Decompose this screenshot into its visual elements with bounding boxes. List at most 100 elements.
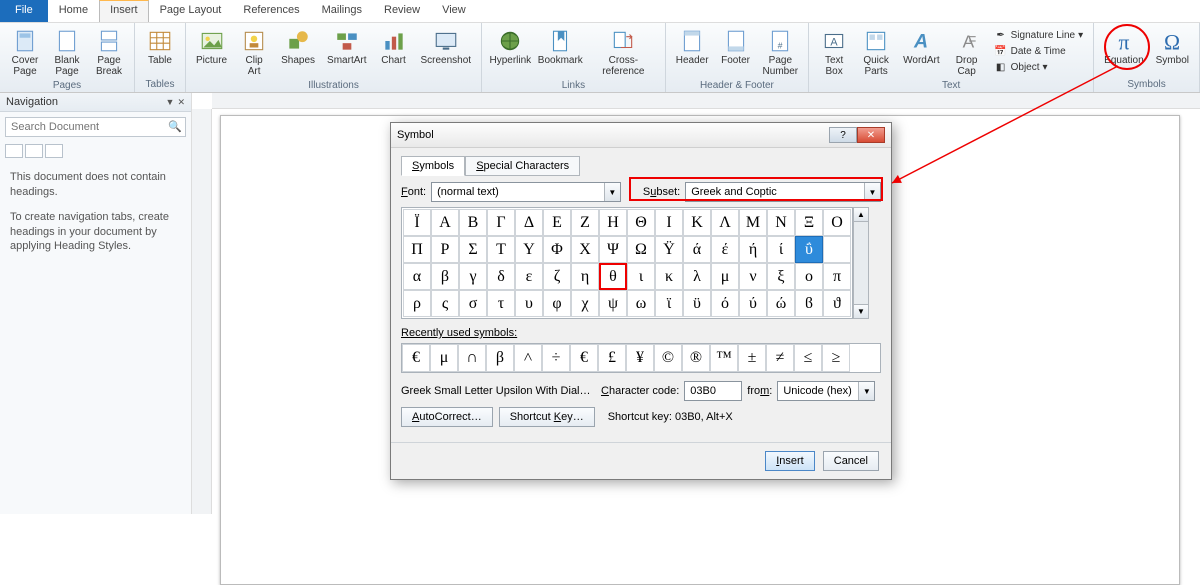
symbol-cell[interactable]: ν — [739, 263, 767, 290]
dialog-tab-special[interactable]: Special Characters — [465, 156, 580, 176]
symbol-cell[interactable]: Ξ — [795, 209, 823, 236]
nav-close-icon[interactable]: ✕ — [177, 97, 185, 108]
dialog-help-button[interactable]: ? — [829, 127, 857, 143]
symbol-cell[interactable]: χ — [571, 290, 599, 317]
tab-review[interactable]: Review — [373, 0, 431, 22]
tab-references[interactable]: References — [232, 0, 310, 22]
recent-symbol-cell[interactable]: ¥ — [626, 344, 654, 372]
signature-line-button[interactable]: ✒Signature Line ▾ — [992, 27, 1086, 43]
symbol-cell[interactable]: Φ — [543, 236, 571, 263]
cancel-button[interactable]: Cancel — [823, 451, 879, 471]
symbol-cell[interactable]: Ϊ — [403, 209, 431, 236]
recent-symbol-cell[interactable]: ® — [682, 344, 710, 372]
symbol-cell[interactable]: φ — [543, 290, 571, 317]
hyperlink-button[interactable]: Hyperlink — [488, 25, 532, 69]
symbol-cell[interactable]: ι — [627, 263, 655, 290]
symbol-cell[interactable]: Θ — [627, 209, 655, 236]
dropcap-button[interactable]: ADropCap — [948, 25, 986, 79]
symbol-cell[interactable]: Ε — [543, 209, 571, 236]
autocorrect-button[interactable]: AutoCorrect… — [401, 407, 493, 427]
tab-view[interactable]: View — [431, 0, 477, 22]
header-button[interactable]: Header — [672, 25, 713, 69]
crossref-button[interactable]: Cross-reference — [588, 25, 659, 79]
symbol-cell[interactable]: ο — [795, 263, 823, 290]
nav-view-headings[interactable] — [5, 144, 23, 158]
symbol-cell[interactable]: Μ — [739, 209, 767, 236]
symbol-cell[interactable]: Ι — [655, 209, 683, 236]
symbol-cell[interactable]: ΰ — [795, 236, 823, 263]
search-icon[interactable]: 🔍 — [168, 120, 182, 133]
symbol-cell[interactable]: ή — [739, 236, 767, 263]
blank-page-button[interactable]: BlankPage — [48, 25, 86, 79]
picture-button[interactable]: Picture — [192, 25, 231, 69]
symbol-cell[interactable]: λ — [683, 263, 711, 290]
tab-file[interactable]: File — [0, 0, 48, 22]
recent-symbol-cell[interactable]: ≥ — [822, 344, 850, 372]
search-input[interactable] — [5, 117, 186, 137]
symbol-cell[interactable]: γ — [459, 263, 487, 290]
symbol-cell[interactable]: Τ — [487, 236, 515, 263]
screenshot-button[interactable]: Screenshot — [417, 25, 476, 69]
symbol-cell[interactable]: ϊ — [655, 290, 683, 317]
symbol-cell[interactable]: ε — [515, 263, 543, 290]
smartart-button[interactable]: SmartArt — [323, 25, 370, 69]
symbol-cell[interactable]: Ϋ — [655, 236, 683, 263]
symbol-cell[interactable]: ψ — [599, 290, 627, 317]
subset-combo[interactable]: Greek and Coptic▼ — [685, 182, 881, 202]
scroll-up-icon[interactable]: ▲ — [854, 208, 868, 222]
symbol-cell[interactable]: Ρ — [431, 236, 459, 263]
recent-symbol-cell[interactable]: £ — [598, 344, 626, 372]
symbol-cell[interactable] — [823, 236, 851, 263]
from-combo[interactable]: Unicode (hex)▼ — [777, 381, 875, 401]
symbol-cell[interactable]: ά — [683, 236, 711, 263]
grid-scrollbar[interactable]: ▲ ▼ — [853, 207, 869, 319]
symbol-cell[interactable]: ϑ — [823, 290, 851, 317]
nav-view-results[interactable] — [45, 144, 63, 158]
scroll-down-icon[interactable]: ▼ — [854, 304, 868, 318]
symbol-cell[interactable]: ό — [711, 290, 739, 317]
symbol-cell[interactable]: ϋ — [683, 290, 711, 317]
dialog-titlebar[interactable]: Symbol ? ✕ — [391, 123, 891, 148]
symbol-cell[interactable]: Υ — [515, 236, 543, 263]
wordart-button[interactable]: AWordArt — [899, 25, 944, 69]
symbol-cell[interactable]: Ω — [627, 236, 655, 263]
page-break-button[interactable]: PageBreak — [90, 25, 128, 79]
symbol-cell[interactable]: Ο — [823, 209, 851, 236]
page-number-button[interactable]: #PageNumber — [759, 25, 803, 79]
symbol-cell[interactable]: η — [571, 263, 599, 290]
object-button[interactable]: ◧Object ▾ — [992, 59, 1086, 75]
symbol-cell[interactable]: Σ — [459, 236, 487, 263]
recent-symbol-cell[interactable]: β — [486, 344, 514, 372]
symbol-cell[interactable]: ω — [627, 290, 655, 317]
symbol-cell[interactable]: ξ — [767, 263, 795, 290]
clipart-button[interactable]: ClipArt — [235, 25, 273, 79]
nav-view-pages[interactable] — [25, 144, 43, 158]
recent-symbol-cell[interactable]: ≠ — [766, 344, 794, 372]
date-time-button[interactable]: 📅Date & Time — [992, 43, 1086, 59]
symbol-cell[interactable]: Ν — [767, 209, 795, 236]
insert-button[interactable]: Insert — [765, 451, 815, 471]
symbol-cell[interactable]: τ — [487, 290, 515, 317]
symbol-cell[interactable]: μ — [711, 263, 739, 290]
symbol-cell[interactable]: Α — [431, 209, 459, 236]
symbol-cell[interactable]: ώ — [767, 290, 795, 317]
recent-symbol-cell[interactable]: € — [570, 344, 598, 372]
quickparts-button[interactable]: QuickParts — [857, 25, 895, 79]
symbol-cell[interactable]: β — [431, 263, 459, 290]
symbol-cell[interactable]: Ψ — [599, 236, 627, 263]
tab-home[interactable]: Home — [48, 0, 99, 22]
char-code-input[interactable]: 03B0 — [684, 381, 742, 401]
symbol-cell[interactable]: ί — [767, 236, 795, 263]
tab-insert[interactable]: Insert — [99, 0, 149, 22]
chevron-down-icon[interactable]: ▼ — [864, 183, 880, 201]
shapes-button[interactable]: Shapes — [277, 25, 319, 69]
symbol-cell[interactable]: Γ — [487, 209, 515, 236]
shortcut-key-button[interactable]: Shortcut Key… — [499, 407, 595, 427]
recent-symbol-cell[interactable]: μ — [430, 344, 458, 372]
symbol-cell[interactable]: κ — [655, 263, 683, 290]
table-button[interactable]: Table — [141, 25, 179, 69]
symbol-cell[interactable]: θ — [599, 263, 627, 290]
symbol-cell[interactable]: ρ — [403, 290, 431, 317]
symbol-cell[interactable]: Η — [599, 209, 627, 236]
symbol-cell[interactable]: Δ — [515, 209, 543, 236]
